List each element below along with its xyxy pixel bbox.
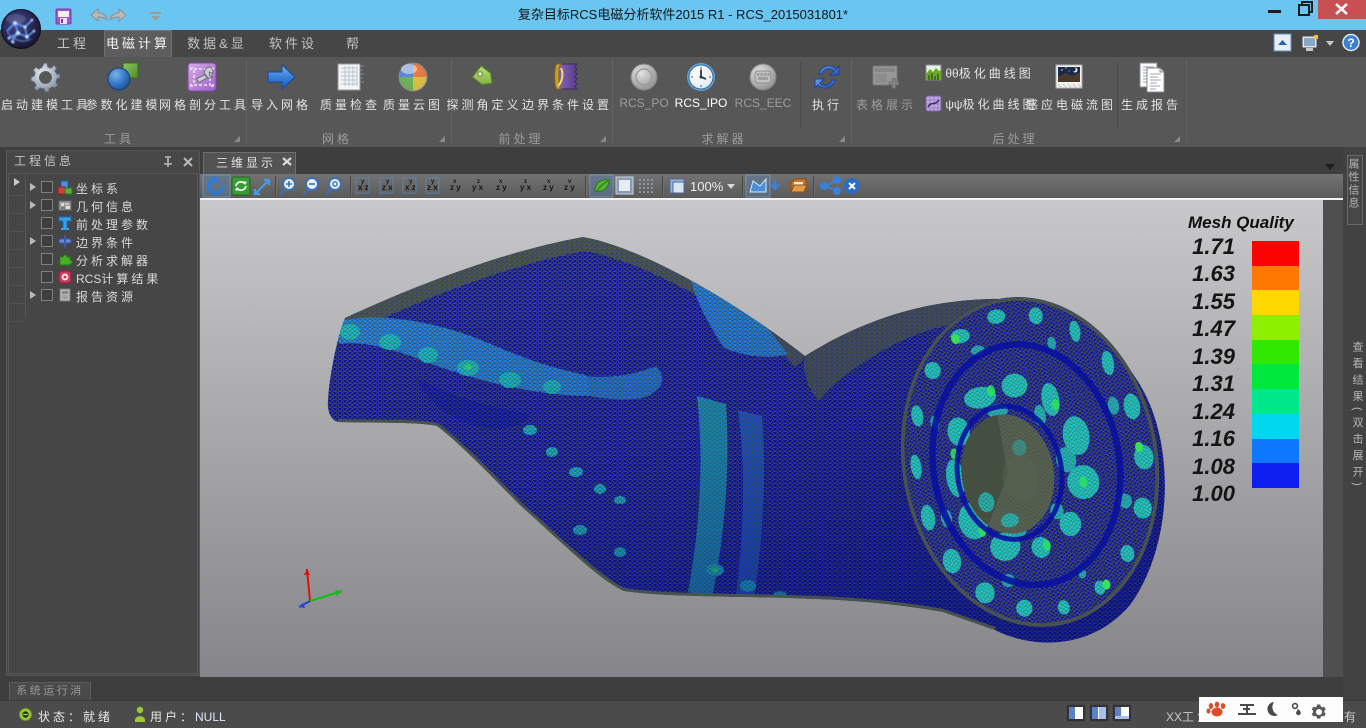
svg-text:z: z [477,179,480,185]
svg-text:100%: 100% [690,179,724,194]
svg-text:z: z [524,179,527,185]
svg-text:?: ? [1347,36,1354,50]
